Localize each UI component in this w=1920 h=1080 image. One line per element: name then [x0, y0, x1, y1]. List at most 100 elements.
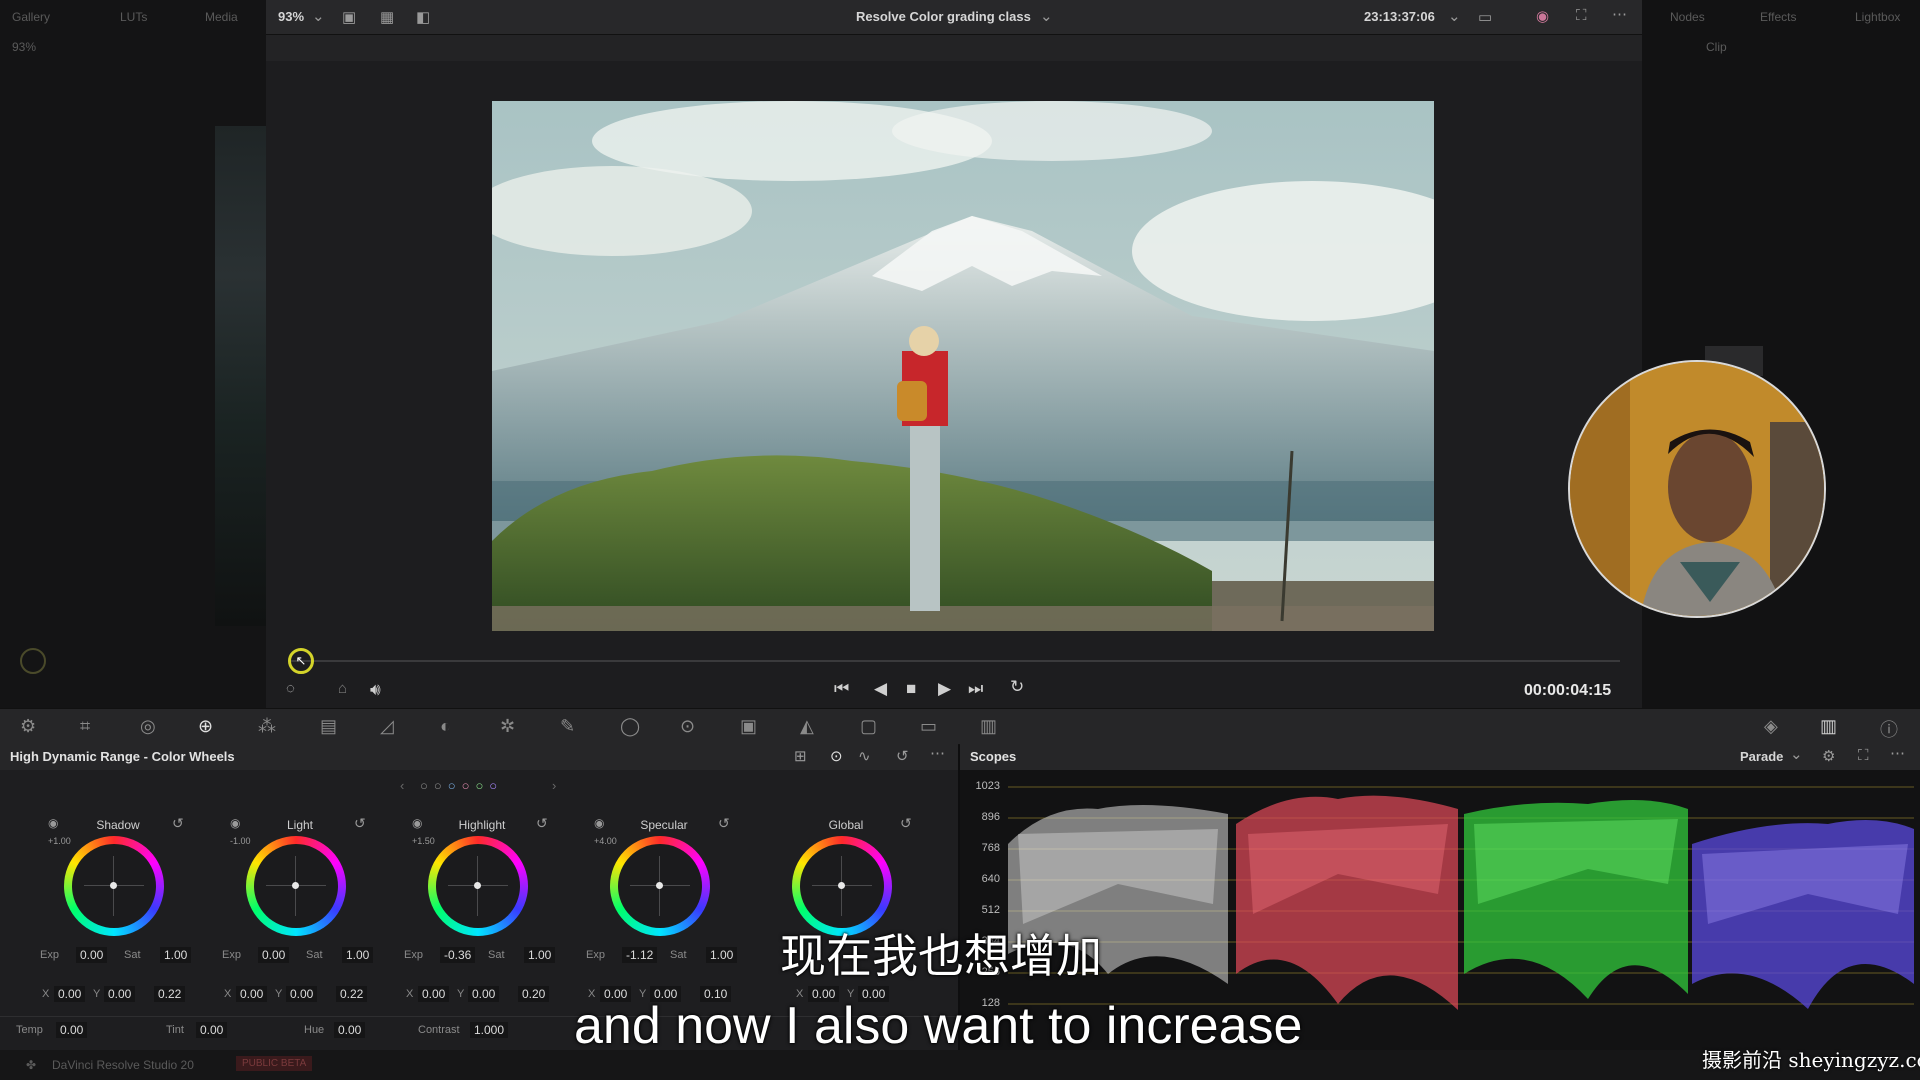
- chevron-down-icon[interactable]: ⌄: [1040, 7, 1053, 25]
- chevron-down-icon[interactable]: ⌄: [312, 7, 325, 25]
- temp-value[interactable]: 0.00: [56, 1022, 88, 1038]
- qualifier-icon[interactable]: ✲: [500, 716, 515, 737]
- z-value-shadow[interactable]: 0.22: [154, 986, 186, 1002]
- reset-icon[interactable]: ↺: [172, 815, 184, 832]
- timecode-top[interactable]: 23:13:37:06: [1364, 9, 1435, 24]
- sizing-icon[interactable]: ▭: [920, 716, 937, 737]
- eyedropper-icon[interactable]: ✎: [560, 716, 575, 737]
- pick-icon[interactable]: ◉: [48, 816, 58, 830]
- sat-value-shadow[interactable]: 1.00: [160, 947, 192, 963]
- grid-view-icon[interactable]: ▦: [380, 8, 394, 26]
- lightbox-tab[interactable]: Lightbox: [1855, 10, 1900, 24]
- effects-tab[interactable]: Effects: [1760, 10, 1796, 24]
- hdr-icon[interactable]: ⊕: [198, 716, 213, 737]
- reset-icon[interactable]: ↺: [896, 747, 909, 765]
- 3d-icon[interactable]: ▥: [980, 716, 997, 737]
- window-icon[interactable]: ◯: [620, 716, 640, 737]
- exp-value-highlight[interactable]: -0.36: [440, 947, 476, 963]
- fullscreen-icon[interactable]: ⛶: [1576, 7, 1587, 24]
- exp-value-specular[interactable]: -1.12: [622, 947, 658, 963]
- reset-icon[interactable]: ↺: [354, 815, 366, 832]
- skip-to-end-icon[interactable]: ⏭︎: [968, 679, 983, 699]
- wheel-shadow[interactable]: [64, 836, 164, 936]
- rgb-mixer-icon[interactable]: ⁂: [258, 716, 276, 737]
- camera-raw-icon[interactable]: ⚙: [20, 716, 36, 737]
- pick-icon[interactable]: ◉: [412, 816, 422, 830]
- color-warper-icon[interactable]: ◐: [440, 716, 451, 737]
- y-value-shadow[interactable]: 0.00: [104, 986, 136, 1002]
- sat-value-specular[interactable]: 1.00: [706, 947, 738, 963]
- viewer-zoom[interactable]: 93%: [278, 9, 304, 24]
- z-value-light[interactable]: 0.22: [336, 986, 368, 1002]
- wheel-light[interactable]: [246, 836, 346, 936]
- video-frame[interactable]: [492, 101, 1434, 631]
- sat-value-highlight[interactable]: 1.00: [524, 947, 556, 963]
- fx-icon[interactable]: ◈: [1764, 716, 1778, 737]
- y-value-highlight[interactable]: 0.00: [468, 986, 500, 1002]
- media-tab[interactable]: Media: [205, 10, 238, 24]
- zone-dots[interactable]: ○○○○○○: [420, 778, 503, 793]
- x-value-light[interactable]: 0.00: [236, 986, 268, 1002]
- x-value-highlight[interactable]: 0.00: [418, 986, 450, 1002]
- single-viewer-icon[interactable]: ▣: [342, 8, 356, 26]
- gallery-thumbnail[interactable]: [215, 126, 266, 626]
- pick-icon[interactable]: ◉: [230, 816, 240, 830]
- reset-icon[interactable]: ↺: [536, 815, 548, 832]
- play-icon[interactable]: ▶: [938, 679, 951, 699]
- hue-value[interactable]: 0.00: [334, 1022, 366, 1038]
- scrubber-track[interactable]: [290, 660, 1620, 662]
- contrast-value[interactable]: 1.000: [470, 1022, 509, 1038]
- scopes-icon[interactable]: ▥: [1820, 716, 1837, 737]
- stop-icon[interactable]: ■: [906, 679, 916, 699]
- monitor-icon[interactable]: ▭: [1478, 8, 1492, 26]
- layers-icon[interactable]: ⊞: [794, 747, 807, 765]
- more-options-icon[interactable]: ⋯: [1890, 744, 1905, 762]
- color-match-icon[interactable]: ⌗: [80, 716, 90, 737]
- exp-value-shadow[interactable]: 0.00: [76, 947, 108, 963]
- skip-to-start-icon[interactable]: ⏮︎: [834, 679, 849, 699]
- wheel-specular[interactable]: [610, 836, 710, 936]
- wheel-mode-icon[interactable]: ⊙: [830, 747, 843, 765]
- sat-value-light[interactable]: 1.00: [342, 947, 374, 963]
- chevron-down-icon[interactable]: ⌄: [1790, 745, 1803, 763]
- gallery-tab[interactable]: Gallery: [12, 10, 50, 24]
- blur-icon[interactable]: ◭: [800, 716, 814, 737]
- volume-icon[interactable]: 🔊︎: [370, 680, 381, 700]
- color-picker-icon[interactable]: ◉: [1536, 7, 1549, 25]
- pick-icon[interactable]: ◉: [594, 816, 604, 830]
- motion-effects-icon[interactable]: ▤: [320, 716, 337, 737]
- tint-value[interactable]: 0.00: [196, 1022, 228, 1038]
- marker-icon[interactable]: ◌: [286, 680, 295, 697]
- waveform-icon[interactable]: ∿: [858, 747, 871, 765]
- curves-icon[interactable]: ◿: [380, 716, 394, 737]
- settings-icon[interactable]: ⚙: [1822, 747, 1835, 765]
- x-value-shadow[interactable]: 0.00: [54, 986, 86, 1002]
- reverse-play-icon[interactable]: ◀: [874, 679, 887, 699]
- primaries-icon[interactable]: ◎: [140, 716, 156, 737]
- chevron-down-icon[interactable]: ⌄: [1448, 7, 1461, 25]
- key-icon[interactable]: ▢: [860, 716, 877, 737]
- magic-mask-icon[interactable]: ▣: [740, 716, 757, 737]
- y-value-light[interactable]: 0.00: [286, 986, 318, 1002]
- loop-icon[interactable]: ↻: [1010, 677, 1024, 697]
- split-view-icon[interactable]: ◧: [416, 8, 430, 26]
- scope-mode-select[interactable]: Parade: [1740, 749, 1783, 764]
- wheel-highlight[interactable]: [428, 836, 528, 936]
- viewer-title[interactable]: Resolve Color grading class: [856, 9, 1031, 24]
- luts-tab[interactable]: LUTs: [120, 10, 147, 24]
- tracker-icon[interactable]: ⊙: [680, 716, 695, 737]
- shield-icon[interactable]: ⌂: [338, 680, 347, 697]
- reset-icon[interactable]: ↺: [718, 815, 730, 832]
- playhead[interactable]: ↖: [288, 648, 314, 674]
- clip-mode-label[interactable]: Clip: [1706, 40, 1727, 54]
- expand-icon[interactable]: ⛶: [1858, 747, 1869, 764]
- zones-prev-icon[interactable]: ‹: [400, 778, 404, 793]
- nodes-tab[interactable]: Nodes: [1670, 10, 1705, 24]
- more-options-icon[interactable]: ⋯: [930, 744, 945, 762]
- zones-next-icon[interactable]: ›: [552, 778, 556, 793]
- more-options-icon[interactable]: ⋯: [1612, 5, 1627, 23]
- z-value-highlight[interactable]: 0.20: [518, 986, 550, 1002]
- exp-value-light[interactable]: 0.00: [258, 947, 290, 963]
- info-icon[interactable]: ⓘ: [1880, 716, 1898, 742]
- reset-icon[interactable]: ↺: [900, 815, 912, 832]
